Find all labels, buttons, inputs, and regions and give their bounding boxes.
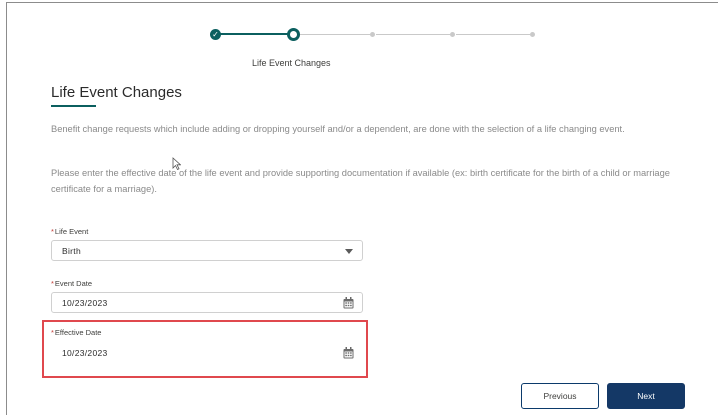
progress-step-upcoming (370, 32, 375, 37)
progress-step-upcoming (530, 32, 535, 37)
event-date-label: *Event Date (51, 279, 92, 288)
previous-button[interactable]: Previous (521, 383, 599, 409)
next-button[interactable]: Next (607, 383, 685, 409)
life-event-label: *Life Event (51, 227, 88, 236)
progress-segment (300, 34, 370, 35)
progress-step-upcoming (450, 32, 455, 37)
instructions-paragraph: Please enter the effective date of the l… (51, 168, 670, 194)
progress-segment (456, 34, 530, 35)
progress-segment-complete (220, 33, 288, 35)
calendar-icon[interactable] (343, 297, 354, 309)
progress-step-label: Life Event Changes (252, 58, 331, 68)
progress-indicator: ✓ (210, 28, 540, 42)
life-event-select[interactable]: Birth (51, 240, 363, 261)
mouse-cursor-icon (172, 157, 181, 170)
title-underline (51, 105, 96, 107)
progress-step-current[interactable] (287, 28, 300, 41)
page-title: Life Event Changes (51, 84, 182, 101)
intro-paragraph: Benefit change requests which include ad… (51, 124, 625, 134)
required-marker: * (51, 279, 54, 288)
life-event-label-text: Life Event (54, 227, 89, 236)
effective-date-highlight (42, 320, 368, 378)
required-marker: * (51, 227, 54, 236)
chevron-down-icon[interactable] (345, 249, 353, 254)
check-circle-icon[interactable]: ✓ (210, 29, 221, 40)
life-event-value: Birth (62, 246, 81, 256)
event-date-value: 10/23/2023 (62, 298, 108, 308)
event-date-label-text: Event Date (54, 279, 93, 288)
event-date-input[interactable]: 10/23/2023 (51, 292, 363, 313)
progress-segment (376, 34, 450, 35)
